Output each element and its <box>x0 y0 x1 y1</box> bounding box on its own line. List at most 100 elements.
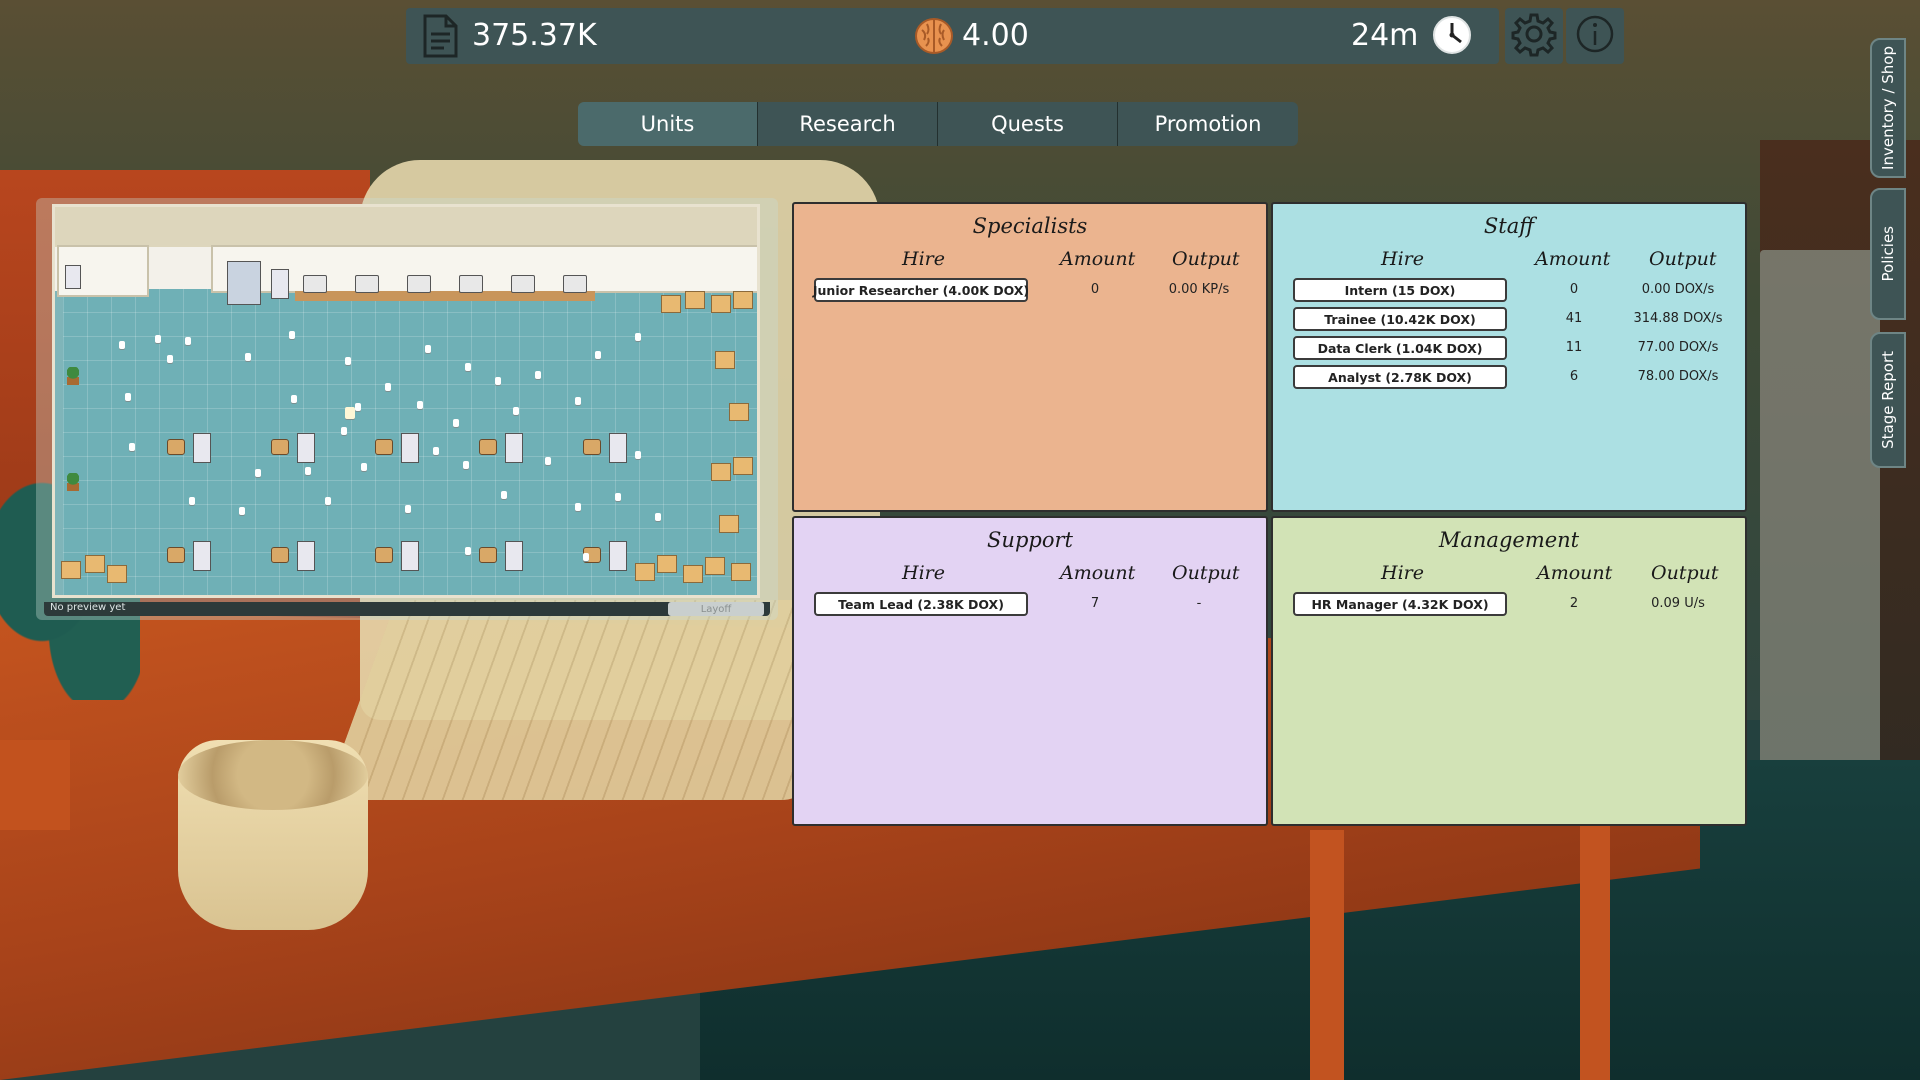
worker <box>189 497 195 505</box>
office-chair <box>271 547 289 563</box>
worker <box>535 371 541 379</box>
hire-trainee-button[interactable]: Trainee (10.42K DOX) <box>1293 307 1507 331</box>
column-output: Output <box>1172 248 1240 270</box>
office-chair <box>583 439 601 455</box>
storage-box <box>719 515 739 533</box>
office-chair <box>479 439 497 455</box>
worker <box>425 345 431 353</box>
panel-title: Management <box>1438 528 1580 552</box>
storage-box <box>635 563 655 581</box>
worker <box>345 357 351 365</box>
side-tab-stage-report[interactable]: Stage Report <box>1870 332 1906 468</box>
office-room <box>211 245 757 293</box>
office-chair <box>375 439 393 455</box>
unit-row: Data Clerk (1.04K DOX) 11 77.00 DOX/s <box>1273 336 1745 362</box>
worker <box>417 401 423 409</box>
worker <box>575 503 581 511</box>
worker <box>325 497 331 505</box>
unit-row: Analyst (2.78K DOX) 6 78.00 DOX/s <box>1273 365 1745 391</box>
potted-plant <box>67 367 79 385</box>
time-counter: 24m <box>1351 18 1419 53</box>
workstation <box>609 541 627 571</box>
worker <box>129 443 135 451</box>
worker <box>341 427 347 435</box>
computer <box>355 275 379 293</box>
tab-research[interactable]: Research <box>758 102 938 146</box>
storage-box <box>729 403 749 421</box>
computer <box>303 275 327 293</box>
hire-team-lead-button[interactable]: Team Lead (2.38K DOX) <box>814 592 1028 616</box>
storage-box <box>661 295 681 313</box>
support-panel: Support Hire Amount Output Team Lead (2.… <box>792 516 1268 826</box>
storage-box <box>657 555 677 573</box>
office-chair <box>479 547 497 563</box>
column-output: Output <box>1651 562 1719 584</box>
worker <box>583 553 589 561</box>
worker <box>635 333 641 341</box>
tab-promotion[interactable]: Promotion <box>1118 102 1298 146</box>
column-amount: Amount <box>1535 248 1611 270</box>
unit-output: 78.00 DOX/s <box>1637 369 1719 384</box>
side-tab-policies[interactable]: Policies <box>1870 188 1906 320</box>
tab-units[interactable]: Units <box>578 102 758 146</box>
dox-counter: 375.37K <box>472 18 597 53</box>
panel-title: Support <box>987 528 1073 552</box>
layoff-button[interactable]: Layoff <box>668 602 764 616</box>
worker <box>655 513 661 521</box>
office-chair <box>167 547 185 563</box>
hire-junior-researcher-button[interactable]: Junior Researcher (4.00K DOX) <box>813 278 1029 302</box>
workstation <box>609 433 627 463</box>
office-top-wall <box>55 207 757 249</box>
storage-box <box>685 291 705 309</box>
hire-data-clerk-button[interactable]: Data Clerk (1.04K DOX) <box>1293 336 1507 360</box>
unit-output: 0.09 U/s <box>1651 596 1705 611</box>
unit-row: Junior Researcher (4.00K DOX) 0 0.00 KP/… <box>794 278 1266 304</box>
desk-leg <box>1580 820 1610 1080</box>
storage-box <box>61 561 81 579</box>
worker <box>361 463 367 471</box>
worker <box>635 451 641 459</box>
storage-box <box>731 563 751 581</box>
vending-machine <box>227 261 261 305</box>
storage-box <box>733 291 753 309</box>
side-tab-inventory-shop[interactable]: Inventory / Shop <box>1870 38 1906 178</box>
unit-output: - <box>1196 596 1202 611</box>
desk-row <box>295 291 595 301</box>
office-chair <box>271 439 289 455</box>
storage-box <box>715 351 735 369</box>
hire-hr-manager-button[interactable]: HR Manager (4.32K DOX) <box>1293 592 1507 616</box>
unit-output: 77.00 DOX/s <box>1637 340 1719 355</box>
tab-quests[interactable]: Quests <box>938 102 1118 146</box>
hire-intern-button[interactable]: Intern (15 DOX) <box>1293 278 1507 302</box>
management-panel: Management Hire Amount Output HR Manager… <box>1271 516 1747 826</box>
document-icon <box>420 14 460 58</box>
column-hire: Hire <box>1381 562 1424 584</box>
worker <box>155 335 161 343</box>
staff-panel: Staff Hire Amount Output Intern (15 DOX)… <box>1271 202 1747 512</box>
computer <box>459 275 483 293</box>
info-button[interactable] <box>1566 8 1624 64</box>
water-cooler <box>65 265 81 289</box>
workstation <box>297 433 315 463</box>
desk-leg <box>1310 830 1344 1080</box>
settings-button[interactable] <box>1505 8 1563 64</box>
computer <box>407 275 431 293</box>
worker <box>501 491 507 499</box>
unit-output: 0.00 DOX/s <box>1641 282 1715 297</box>
worker <box>119 341 125 349</box>
worker <box>125 393 131 401</box>
unit-output: 314.88 DOX/s <box>1633 311 1723 326</box>
column-output: Output <box>1172 562 1240 584</box>
unit-amount: 41 <box>1565 311 1583 326</box>
hire-analyst-button[interactable]: Analyst (2.78K DOX) <box>1293 365 1507 389</box>
worker <box>495 377 501 385</box>
side-tab-label: Inventory / Shop <box>1879 46 1897 170</box>
unit-amount: 6 <box>1569 369 1579 384</box>
worker <box>255 469 261 477</box>
clock-icon <box>1431 14 1473 56</box>
worker <box>385 383 391 391</box>
panel-title: Specialists <box>972 214 1088 238</box>
computer <box>563 275 587 293</box>
storage-box <box>107 565 127 583</box>
worker <box>167 355 173 363</box>
